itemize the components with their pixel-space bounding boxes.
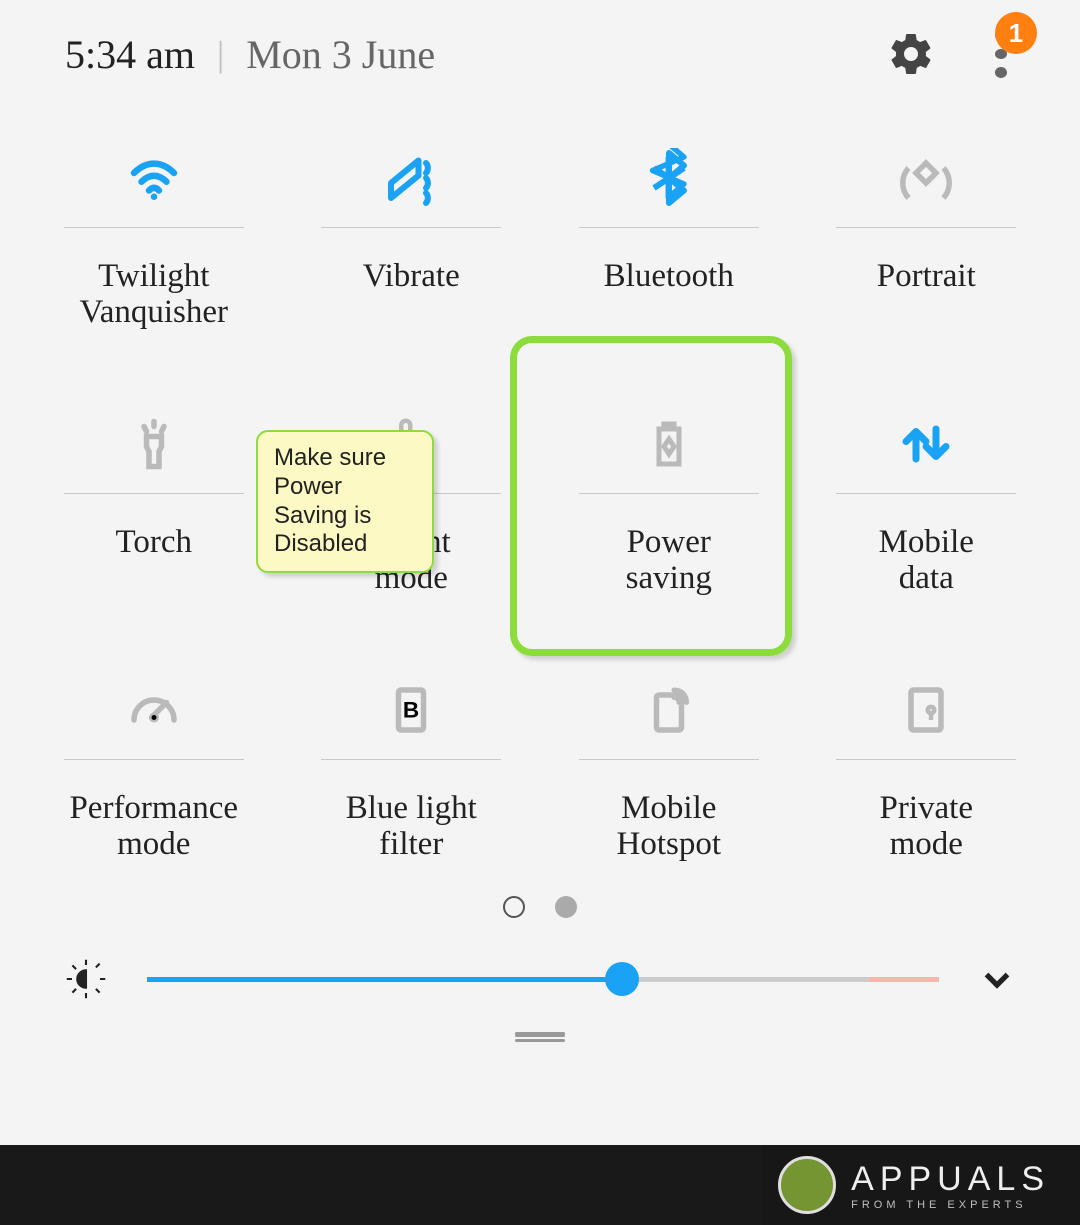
tile-label: Mobile data xyxy=(879,524,974,600)
tile-rotate[interactable]: Portrait xyxy=(813,118,1041,334)
brightness-slider[interactable] xyxy=(147,977,939,982)
tile-label: Torch xyxy=(116,524,193,600)
tile-bluetooth[interactable]: Bluetooth xyxy=(555,118,783,334)
hotspot-icon xyxy=(579,660,759,760)
tile-bluelight[interactable]: B Blue light filter xyxy=(298,650,526,866)
settings-icon[interactable] xyxy=(887,30,935,78)
tile-label: Blue light filter xyxy=(346,790,477,866)
page-indicator[interactable] xyxy=(0,896,1080,918)
status-date: Mon 3 June xyxy=(246,31,435,78)
brightness-thumb[interactable] xyxy=(605,962,639,996)
tile-label: Twilight Vanquisher xyxy=(80,258,228,334)
status-time: 5:34 am xyxy=(65,31,195,78)
notification-badge: 1 xyxy=(995,12,1037,54)
private-icon xyxy=(836,660,1016,760)
tile-hotspot[interactable]: Mobile Hotspot xyxy=(555,650,783,866)
chevron-down-icon[interactable] xyxy=(979,961,1015,997)
vibrate-icon xyxy=(321,128,501,228)
tile-label: Performance mode xyxy=(69,790,238,866)
tile-updown[interactable]: Mobile data xyxy=(813,384,1041,600)
wifi-icon xyxy=(64,128,244,228)
rotate-icon xyxy=(836,128,1016,228)
gauge-icon xyxy=(64,660,244,760)
tile-torch[interactable]: Torch xyxy=(40,384,268,600)
tile-wifi[interactable]: Twilight Vanquisher xyxy=(40,118,268,334)
pager-dot-2[interactable] xyxy=(555,896,577,918)
overflow-menu-icon[interactable]: 1 xyxy=(995,30,1015,78)
watermark: APPUALS FROM THE EXPERTS xyxy=(0,1145,1080,1225)
status-divider: | xyxy=(217,33,224,75)
watermark-logo-icon xyxy=(778,1156,836,1214)
callout-tooltip: Make sure Power Saving is Disabled xyxy=(256,430,434,573)
watermark-brand: APPUALS xyxy=(851,1160,1050,1198)
torch-icon xyxy=(64,394,244,494)
tile-label: Mobile Hotspot xyxy=(616,790,721,866)
brightness-icon xyxy=(65,958,107,1000)
tile-label: Portrait xyxy=(877,258,976,334)
watermark-tagline: FROM THE EXPERTS xyxy=(851,1199,1050,1211)
highlight-box xyxy=(510,336,792,656)
drag-handle[interactable] xyxy=(0,1030,1080,1037)
pager-dot-1[interactable] xyxy=(503,896,525,918)
tile-label: Bluetooth xyxy=(604,258,734,334)
bluetooth-icon xyxy=(579,128,759,228)
updown-icon xyxy=(836,394,1016,494)
tile-vibrate[interactable]: Vibrate xyxy=(298,118,526,334)
bluelight-icon: B xyxy=(321,660,501,760)
svg-text:B: B xyxy=(403,697,419,722)
tile-label: Vibrate xyxy=(363,258,460,334)
tile-label: Private mode xyxy=(880,790,973,866)
tile-private[interactable]: Private mode xyxy=(813,650,1041,866)
tile-gauge[interactable]: Performance mode xyxy=(40,650,268,866)
